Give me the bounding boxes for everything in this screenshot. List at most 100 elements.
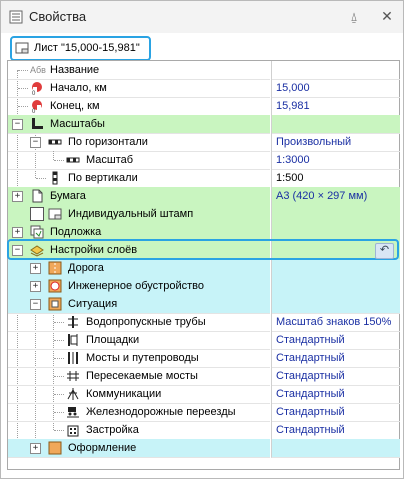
expand-toggle[interactable]: + [12,191,23,202]
layer-culverts[interactable]: Водопропускные трубы Масштаб знаков 150% [8,313,400,332]
property-value-cell [271,439,400,458]
layer-road[interactable]: + Дорога [8,259,400,278]
layer-label: Застройка [86,424,139,436]
layer-decoration[interactable]: + Оформление [8,439,400,458]
property-label: Начало, км [50,82,107,94]
window-title: Свойства [29,9,87,24]
property-value-cell[interactable]: Стандартный [271,331,400,350]
layer-label: Коммуникации [86,388,162,400]
layer-label: Дорога [68,262,104,274]
utilities-icon [67,388,79,400]
collapse-toggle[interactable]: − [30,137,41,148]
group-label: Бумага [50,190,86,202]
property-row-custom-stamp[interactable]: Индивидуальный штамп [8,205,400,224]
property-value-cell [271,115,400,134]
stamp-sheet-icon [48,208,62,220]
property-label: По вертикали [68,172,138,184]
layer-label: Инженерное обустройство [68,280,204,292]
layer-label: Железнодорожные переезды [86,406,236,418]
layer-bridges[interactable]: Мосты и путепроводы Стандартный [8,349,400,368]
property-value-cell [271,295,400,314]
property-value-cell[interactable]: Масштаб знаков 150% [271,313,400,332]
expand-toggle[interactable]: + [30,443,41,454]
layer-platforms[interactable]: Площадки Стандартный [8,331,400,350]
start-marker-icon: 0 [32,82,42,95]
property-value-cell[interactable]: Произвольный [271,133,400,152]
expand-toggle[interactable]: + [30,281,41,292]
property-row-scale[interactable]: Масштаб 1:3000 [8,151,400,170]
text-prefix-icon: Абв [30,65,46,75]
expand-toggle[interactable]: + [12,227,23,238]
sheet-selector[interactable]: Лист "15,000-15,981" [10,36,151,61]
property-value-cell[interactable]: A3 (420 × 297 мм) [271,187,400,206]
crossed-bridge-icon [67,371,79,381]
property-value-cell[interactable]: 15,981 [271,97,400,116]
property-value-cell[interactable]: Стандартный [271,349,400,368]
sheet-icon [15,42,29,54]
end-marker-icon: 0 [32,100,42,113]
property-grid: Абв Название 0 Начало, км 15,000 0 Конец… [7,60,400,470]
stamp-checkbox[interactable] [30,207,44,221]
layer-crossed-bridges[interactable]: Пересекаемые мосты Стандартный [8,367,400,386]
expand-toggle[interactable]: + [30,263,41,274]
property-value-cell[interactable]: Стандартный [271,367,400,386]
group-label: Масштабы [50,118,105,130]
scale-bar-icon [66,157,80,163]
layer-label: Водопропускные трубы [86,316,206,328]
vertical-scale-icon [52,171,58,185]
property-value-cell [271,277,400,296]
property-row-horizontal[interactable]: − По горизонтали Произвольный [8,133,400,152]
selected-row-highlight [7,239,399,260]
property-value-cell[interactable]: Стандартный [271,421,400,440]
property-row-end[interactable]: 0 Конец, км 15,981 [8,97,400,116]
property-value-cell[interactable]: 1:3000 [271,151,400,170]
road-sign-layer-icon [48,279,62,293]
property-row-start[interactable]: 0 Начало, км 15,000 [8,79,400,98]
railway-crossing-icon [67,407,79,418]
group-label: Подложка [50,226,102,238]
horizontal-scale-icon [48,139,62,145]
culvert-icon [68,316,78,328]
sheet-label: Лист "15,000-15,981" [34,42,140,54]
underlay-icon [30,225,44,239]
layer-label: Оформление [68,442,137,454]
property-label: Конец, км [50,100,100,112]
reset-layers-button[interactable]: ↶ [375,243,394,259]
layer-label: Ситуация [68,298,118,310]
situation-layer-icon [48,297,62,311]
property-row-name[interactable]: Абв Название [8,61,400,80]
properties-icon [9,10,23,24]
layer-buildings[interactable]: Застройка Стандартный [8,421,400,440]
property-label: Название [50,64,100,76]
layer-label: Мосты и путепроводы [86,352,199,364]
property-group-scales[interactable]: − Масштабы [8,115,400,134]
title-bar: Свойства ⍙ ✕ [1,1,403,33]
property-label: Масштаб [86,154,134,166]
pin-icon[interactable]: ⍙ [347,10,361,24]
property-value-cell[interactable]: 15,000 [271,79,400,98]
layer-label: Пересекаемые мосты [86,370,198,382]
property-value-cell[interactable] [271,61,400,80]
bridge-icon [68,352,78,364]
decoration-layer-icon [48,441,62,455]
property-value-cell[interactable]: 1:500 [271,169,400,188]
close-icon[interactable]: ✕ [380,9,394,23]
layer-railway-crossings[interactable]: Железнодорожные переезды Стандартный [8,403,400,422]
layer-label: Площадки [86,334,140,346]
property-value-cell [271,259,400,278]
buildings-icon [67,425,79,437]
collapse-toggle[interactable]: − [30,299,41,310]
ruler-corner-icon [32,118,43,129]
property-value-cell[interactable]: Стандартный [271,385,400,404]
layer-engineering[interactable]: + Инженерное обустройство [8,277,400,296]
property-value-cell[interactable]: Стандартный [271,403,400,422]
property-value-cell [271,205,400,224]
paper-icon [32,189,43,203]
layer-situation[interactable]: − Ситуация [8,295,400,314]
platform-icon [68,334,78,346]
property-row-vertical[interactable]: По вертикали 1:500 [8,169,400,188]
collapse-toggle[interactable]: − [12,119,23,130]
property-group-paper[interactable]: + Бумага A3 (420 × 297 мм) [8,187,400,206]
layer-utilities[interactable]: Коммуникации Стандартный [8,385,400,404]
property-label: Индивидуальный штамп [68,208,194,220]
